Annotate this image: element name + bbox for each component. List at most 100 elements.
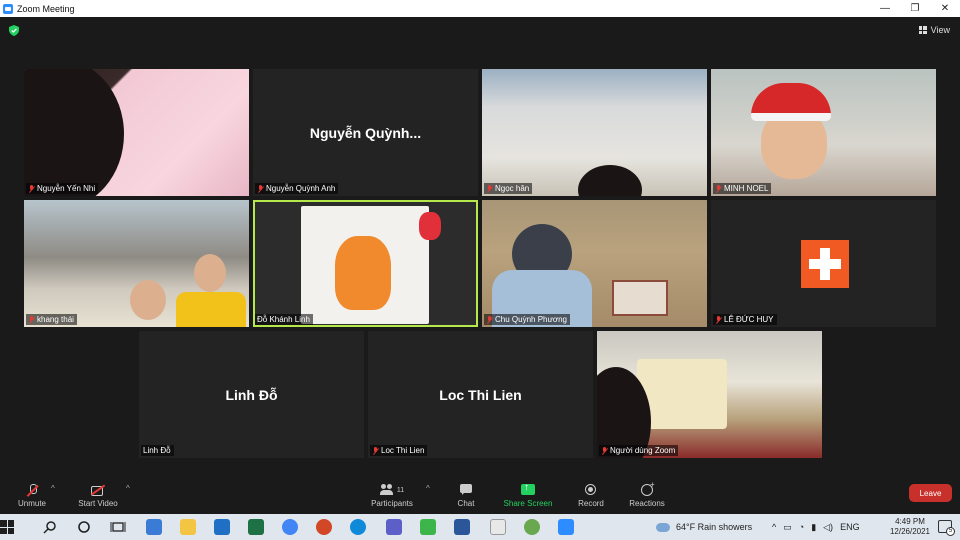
share-screen-button[interactable]: Share Screen [500,478,556,514]
participant-name-tag: Ngọc hân [484,183,533,194]
participant-center-name: Linh Đỗ [225,386,278,403]
taskbar-clock[interactable]: 4:49 PM 12/26/2021 [890,517,930,537]
participant-name-tag: LÊ ĐỨC HUY [713,314,777,325]
chat-bubble-icon [459,484,473,496]
windows-start-icon[interactable] [0,520,14,534]
zoom-taskbar-icon[interactable] [558,519,574,535]
participant-center-name: Nguyễn Quỳnh... [309,124,422,141]
clock-time: 4:49 PM [895,517,925,526]
title-bar: Zoom Meeting — ❐ ✕ [0,0,960,17]
notification-center-icon[interactable]: 5 [938,520,955,536]
video-tile[interactable]: Ngọc hân [482,69,707,196]
view-button[interactable]: View [918,25,950,35]
mic-muted-icon [372,446,379,455]
close-button[interactable]: ✕ [930,0,960,17]
weather-text[interactable]: 64°F Rain showers [676,522,752,532]
participants-icon [379,484,394,496]
toy-box [612,280,668,316]
participant-center-name: Loc Thi Lien [439,386,522,403]
grid-view-icon [918,26,927,34]
view-label: View [930,25,950,35]
search-icon[interactable] [42,519,58,535]
minimize-button[interactable]: — [870,0,900,17]
video-tile[interactable]: Linh Đỗ Linh Đỗ [139,331,364,458]
record-icon [584,484,598,496]
profile-plus-icon [801,240,849,288]
edge-icon[interactable] [350,519,366,535]
participant-name-tag: Người dùng Zoom [599,445,679,456]
volume-icon[interactable]: ◁) [823,522,833,533]
record-button[interactable]: Record [572,478,610,514]
video-tile[interactable]: LÊ ĐỨC HUY [711,200,936,327]
audio-options-chevron-icon[interactable]: ^ [51,484,55,493]
mic-muted-icon [28,184,35,193]
tray-chevron-icon[interactable]: ^ [772,522,776,532]
video-options-chevron-icon[interactable]: ^ [126,484,130,493]
calendar-app-icon[interactable] [146,519,162,535]
powerpoint-icon[interactable] [316,519,332,535]
participant-name-tag: Nguyễn Yến Nhi [26,183,99,194]
mic-muted-icon [486,184,493,193]
zoom-app-icon [3,3,13,14]
clock-date: 12/26/2021 [889,527,930,536]
windows-taskbar: 64°F Rain showers ^ ▭ ◔ ▮ ◁) ENG 4:49 PM… [0,514,960,540]
leave-button[interactable]: Leave [909,484,952,502]
app-icon[interactable] [524,519,540,535]
input-language[interactable]: ENG [840,522,860,532]
participants-options-chevron-icon[interactable]: ^ [426,484,430,493]
mic-muted-icon [28,315,35,324]
messenger-icon[interactable] [490,519,506,535]
meeting-area: View Nguyễn Yến Nhi Nguyễn Quỳnh... Nguy… [0,17,960,478]
unmute-button[interactable]: Unmute [14,478,50,514]
teams-icon[interactable] [386,519,402,535]
mic-muted-icon [601,446,608,455]
window-title: Zoom Meeting [17,3,75,14]
reactions-button[interactable]: Reactions [624,478,670,514]
participant-name-tag: MINH NOEL [713,183,772,194]
video-camera-off-icon [91,484,105,496]
excel-icon[interactable] [248,519,264,535]
word-icon[interactable] [454,519,470,535]
weather-cloud-icon [656,522,670,532]
mic-muted-icon [715,315,722,324]
reactions-smiley-icon [640,480,655,496]
video-tile[interactable]: Nguyễn Quỳnh... Nguyễn Quỳnh Anh [253,69,478,196]
meeting-controls: Unmute ^ Start Video ^ 11 Participants ^… [0,478,960,514]
video-tile[interactable]: khang thái [24,200,249,327]
video-tile[interactable]: Người dùng Zoom [597,331,822,458]
task-view-icon[interactable] [110,519,126,535]
video-tile[interactable]: MINH NOEL [711,69,936,196]
camtasia-icon[interactable] [420,519,436,535]
restore-button[interactable]: ❐ [900,0,930,17]
share-screen-icon [521,482,535,496]
microphone-tray-icon[interactable]: ▮ [811,522,816,533]
video-tile[interactable]: Chu Quỳnh Phương [482,200,707,327]
security-shield-icon[interactable] [9,25,19,36]
system-tray: 64°F Rain showers [656,514,752,540]
santa-hat [751,83,831,121]
mail-icon[interactable] [214,519,230,535]
chrome-icon[interactable] [282,519,298,535]
participants-button[interactable]: 11 Participants [366,478,418,514]
file-explorer-icon[interactable] [180,519,196,535]
participant-name-tag: Loc Thi Lien [370,445,428,456]
mic-muted-icon [257,184,264,193]
video-tile-active-speaker[interactable]: Đỗ Khánh Linh [253,200,478,327]
microphone-muted-icon [25,484,39,496]
notification-count: 5 [946,527,955,536]
cortana-icon[interactable] [76,519,92,535]
participant-name-tag: Nguyễn Quỳnh Anh [255,183,339,194]
chat-button[interactable]: Chat [450,478,482,514]
mic-muted-icon [715,184,722,193]
start-video-button[interactable]: Start Video [72,478,124,514]
participant-name-tag: Chu Quỳnh Phương [484,314,570,325]
video-tile[interactable]: Loc Thi Lien Loc Thi Lien [368,331,593,458]
network-icon[interactable]: ▭ [783,522,792,533]
window-controls: — ❐ ✕ [870,0,960,17]
participant-name-tag: Đỗ Khánh Linh [255,314,313,325]
mic-muted-icon [486,315,493,324]
participant-name-tag: Linh Đỗ [141,445,174,456]
wifi-icon[interactable]: ◔ [799,522,804,532]
tiger-drawing [301,206,441,324]
video-tile[interactable]: Nguyễn Yến Nhi [24,69,249,196]
